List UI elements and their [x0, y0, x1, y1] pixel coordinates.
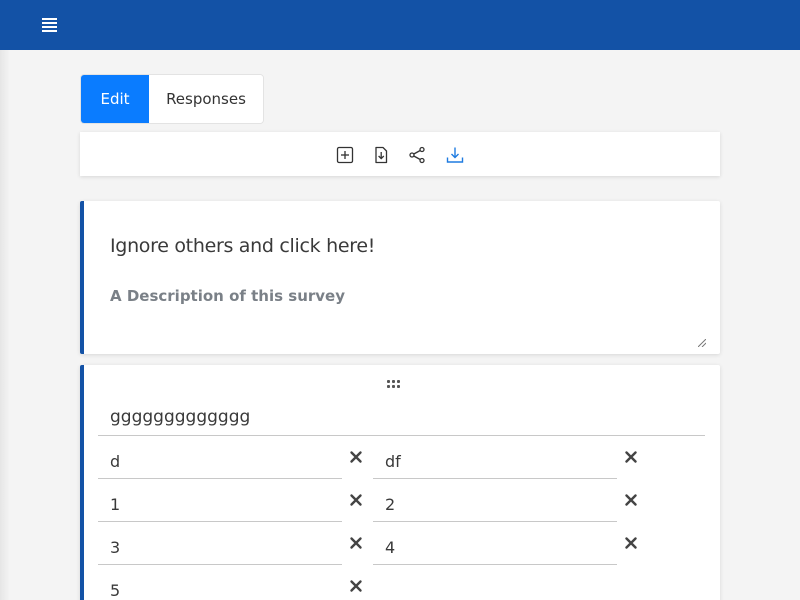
option-field[interactable]: d: [98, 442, 342, 479]
add-question-icon[interactable]: [336, 146, 354, 164]
form-toolbar: [80, 132, 720, 176]
close-icon[interactable]: [624, 493, 638, 507]
question-title-field[interactable]: ggggggggggggg: [98, 399, 705, 436]
tab-edit[interactable]: Edit: [81, 75, 149, 123]
view-tabs: Edit Responses: [80, 74, 264, 124]
survey-header-card: Ignore others and click here! A Descript…: [80, 201, 720, 354]
question-card: ggggggggggggg d df 1 2 3 4 5: [80, 365, 720, 600]
top-app-bar: [0, 0, 800, 50]
tab-responses[interactable]: Responses: [149, 75, 263, 123]
close-icon[interactable]: [349, 450, 363, 464]
download-icon[interactable]: [446, 146, 464, 164]
option-field[interactable]: df: [373, 442, 617, 479]
close-icon[interactable]: [349, 536, 363, 550]
option-field[interactable]: 4: [373, 528, 617, 565]
option-field[interactable]: 1: [98, 485, 342, 522]
close-icon[interactable]: [624, 450, 638, 464]
option-field[interactable]: 3: [98, 528, 342, 565]
sidebar-edge-shadow: [0, 50, 10, 600]
import-file-icon[interactable]: [372, 146, 390, 164]
survey-title[interactable]: Ignore others and click here!: [110, 235, 375, 257]
share-icon[interactable]: [408, 146, 426, 164]
drag-handle-icon[interactable]: [387, 380, 401, 390]
close-icon[interactable]: [624, 536, 638, 550]
hamburger-menu-icon[interactable]: [40, 14, 60, 34]
option-field[interactable]: 2: [373, 485, 617, 522]
close-icon[interactable]: [349, 493, 363, 507]
survey-description-field[interactable]: A Description of this survey: [110, 287, 345, 305]
textarea-resize-icon[interactable]: [697, 332, 707, 348]
close-icon[interactable]: [349, 579, 363, 593]
option-field[interactable]: 5: [98, 571, 342, 600]
